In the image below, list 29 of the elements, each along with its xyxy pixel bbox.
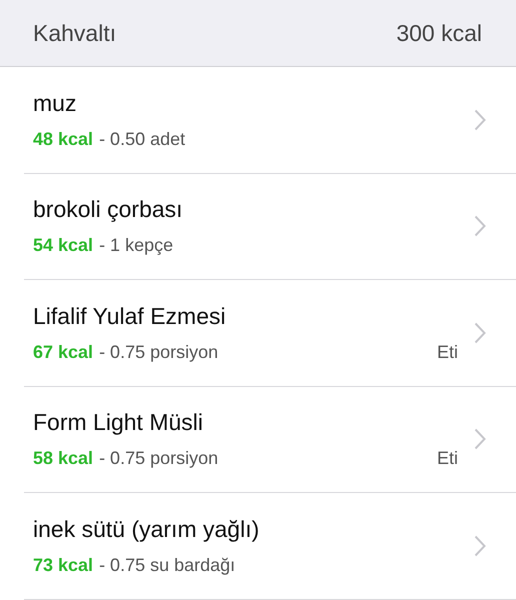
portion-text: - 0.75 porsiyon — [99, 448, 218, 470]
calorie-value: 73 kcal — [33, 554, 94, 576]
portion-text: - 0.75 su bardağı — [99, 554, 236, 576]
food-name: inek sütü (yarım yağlı) — [33, 516, 260, 543]
food-list-item[interactable]: brokoli çorbası 54 kcal - 1 kepçe — [24, 174, 516, 280]
section-total-calories: 300 kcal — [396, 20, 482, 46]
food-list-item[interactable]: Form Light Müsli 58 kcal - 0.75 porsiyon Eti — [24, 386, 516, 493]
food-name: Lifalif Yulaf Ezmesi — [33, 302, 226, 330]
chevron-right-icon — [474, 108, 486, 131]
chevron-right-icon — [474, 215, 486, 238]
food-name: Form Light Müsli — [33, 409, 203, 436]
food-list-item[interactable]: inek sütü (yarım yağlı) 73 kcal - 0.75 su bardağı — [24, 493, 516, 600]
calorie-value: 67 kcal — [33, 342, 94, 363]
portion-text: - 1 kepçe — [99, 235, 174, 256]
calorie-value: 58 kcal — [33, 448, 94, 470]
section-title: Kahvaltı — [33, 20, 116, 46]
chevron-right-icon — [474, 534, 486, 557]
brand-name: Eti — [436, 448, 458, 470]
food-list-item[interactable]: muz 48 kcal - 0.50 adet — [24, 67, 516, 174]
brand-name: Eti — [436, 342, 458, 363]
chevron-right-icon — [474, 322, 486, 344]
food-name: brokoli çorbası — [33, 196, 183, 224]
calorie-value: 54 kcal — [33, 235, 94, 256]
food-name: muz — [33, 90, 76, 117]
portion-text: - 0.75 porsiyon — [99, 342, 218, 363]
portion-text: - 0.50 adet — [99, 128, 186, 150]
food-list-item[interactable]: Lifalif Yulaf Ezmesi 67 kcal - 0.75 porsiyon Eti — [24, 280, 516, 386]
calorie-value: 48 kcal — [33, 128, 94, 150]
chevron-right-icon — [474, 428, 486, 450]
